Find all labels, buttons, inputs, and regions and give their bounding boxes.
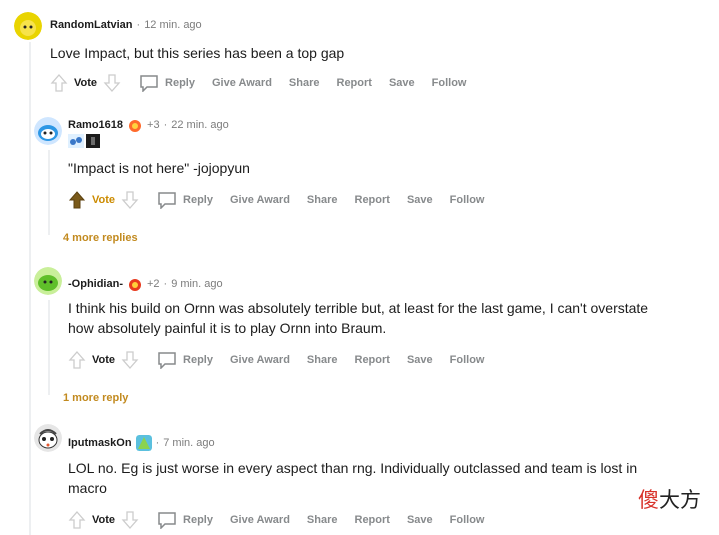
share-button[interactable]: Share bbox=[307, 194, 338, 206]
author-name[interactable]: Ramo1618 bbox=[68, 119, 123, 131]
downvote-icon[interactable] bbox=[121, 350, 139, 370]
separator: · bbox=[155, 437, 160, 449]
save-button[interactable]: Save bbox=[389, 77, 415, 89]
timestamp[interactable]: 7 min. ago bbox=[163, 437, 214, 449]
timestamp[interactable]: 9 min. ago bbox=[171, 278, 222, 290]
comment-icon bbox=[158, 352, 176, 369]
reply-button[interactable]: Reply bbox=[157, 351, 213, 369]
share-button[interactable]: Share bbox=[307, 514, 338, 526]
comment-meta: IputmaskOn · 7 min. ago bbox=[68, 435, 215, 451]
comment-actions: Vote Reply Give Award Share Report Save … bbox=[68, 510, 501, 530]
upvote-icon[interactable] bbox=[50, 73, 68, 93]
separator: · bbox=[163, 278, 168, 290]
share-button[interactable]: Share bbox=[307, 354, 338, 366]
reply-label: Reply bbox=[183, 194, 213, 206]
author-name[interactable]: -Ophidian- bbox=[68, 278, 123, 290]
upvote-icon[interactable] bbox=[68, 350, 86, 370]
timestamp[interactable]: 12 min. ago bbox=[144, 19, 201, 31]
comment-body: "Impact is not here" -jojopyun bbox=[68, 160, 250, 176]
flair-emoji-icon bbox=[86, 134, 100, 148]
watermark-char: 傻 bbox=[638, 488, 659, 512]
avatar[interactable] bbox=[34, 424, 62, 452]
comment-icon bbox=[140, 75, 158, 92]
comment-body: I think his build on Ornn was absolutely… bbox=[68, 298, 648, 338]
vote-label: Vote bbox=[92, 194, 116, 206]
upvote-icon[interactable] bbox=[68, 510, 86, 530]
reply-button[interactable]: Reply bbox=[157, 511, 213, 529]
vote-label: Vote bbox=[92, 514, 116, 526]
flair-emoji-icon bbox=[135, 435, 152, 451]
comment-body-line: macro bbox=[68, 480, 107, 496]
thread-line[interactable] bbox=[48, 150, 50, 235]
author-name[interactable]: RandomLatvian bbox=[50, 19, 133, 31]
comment-actions: Vote Reply Give Award Share Report Save … bbox=[50, 73, 483, 93]
comment-icon bbox=[158, 512, 176, 529]
vote-label: Vote bbox=[74, 77, 98, 89]
comment-actions: Vote Reply Give Award Share Report Save … bbox=[68, 190, 501, 210]
avatar[interactable] bbox=[14, 12, 42, 40]
follow-button[interactable]: Follow bbox=[450, 514, 485, 526]
reply-label: Reply bbox=[183, 514, 213, 526]
comment-body-line: how absolutely painful it is to play Orn… bbox=[68, 320, 387, 336]
watermark-text: 大方 bbox=[659, 488, 701, 512]
comment-meta: RandomLatvian · 12 min. ago bbox=[50, 19, 202, 31]
report-button[interactable]: Report bbox=[337, 77, 372, 89]
downvote-icon[interactable] bbox=[121, 190, 139, 210]
give-award-button[interactable]: Give Award bbox=[230, 354, 290, 366]
comment-actions: Vote Reply Give Award Share Report Save … bbox=[68, 350, 501, 370]
watermark: 傻大方 bbox=[638, 484, 701, 514]
downvote-icon[interactable] bbox=[121, 510, 139, 530]
award-icon[interactable] bbox=[127, 117, 143, 133]
give-award-button[interactable]: Give Award bbox=[230, 514, 290, 526]
comment-body-line: I think his build on Ornn was absolutely… bbox=[68, 300, 649, 316]
thread-line[interactable] bbox=[48, 300, 50, 395]
vote-group: Vote bbox=[68, 350, 139, 370]
save-button[interactable]: Save bbox=[407, 514, 433, 526]
comment-meta: Ramo1618 +3 · 22 min. ago bbox=[68, 117, 229, 133]
separator: · bbox=[136, 19, 141, 31]
author-name[interactable]: IputmaskOn bbox=[68, 437, 132, 449]
reply-label: Reply bbox=[165, 77, 195, 89]
reply-button[interactable]: Reply bbox=[157, 191, 213, 209]
avatar[interactable] bbox=[34, 267, 62, 295]
follow-button[interactable]: Follow bbox=[432, 77, 467, 89]
more-replies-link[interactable]: 1 more reply bbox=[63, 392, 128, 404]
follow-button[interactable]: Follow bbox=[450, 194, 485, 206]
award-count: +2 bbox=[147, 278, 160, 290]
thread-line[interactable] bbox=[29, 42, 31, 535]
follow-button[interactable]: Follow bbox=[450, 354, 485, 366]
vote-group: Vote bbox=[68, 190, 139, 210]
user-flair bbox=[68, 134, 100, 148]
comment-body: Love Impact, but this series has been a … bbox=[50, 45, 345, 61]
downvote-icon[interactable] bbox=[103, 73, 121, 93]
comment-body-line: LOL no. Eg is just worse in every aspect… bbox=[68, 460, 638, 476]
reply-button[interactable]: Reply bbox=[139, 74, 195, 92]
award-icon[interactable] bbox=[127, 276, 143, 292]
timestamp[interactable]: 22 min. ago bbox=[171, 119, 228, 131]
comment-icon bbox=[158, 192, 176, 209]
report-button[interactable]: Report bbox=[355, 514, 390, 526]
vote-group: Vote bbox=[50, 73, 121, 93]
save-button[interactable]: Save bbox=[407, 194, 433, 206]
report-button[interactable]: Report bbox=[355, 354, 390, 366]
vote-label: Vote bbox=[92, 354, 116, 366]
reply-label: Reply bbox=[183, 354, 213, 366]
vote-group: Vote bbox=[68, 510, 139, 530]
give-award-button[interactable]: Give Award bbox=[230, 194, 290, 206]
more-replies-link[interactable]: 4 more replies bbox=[63, 232, 138, 244]
give-award-button[interactable]: Give Award bbox=[212, 77, 272, 89]
upvote-icon[interactable] bbox=[68, 190, 86, 210]
comment-meta: -Ophidian- +2 · 9 min. ago bbox=[68, 276, 223, 292]
flair-emoji-icon bbox=[68, 134, 84, 148]
separator: · bbox=[163, 119, 168, 131]
award-count: +3 bbox=[147, 119, 160, 131]
report-button[interactable]: Report bbox=[355, 194, 390, 206]
comment-body: LOL no. Eg is just worse in every aspect… bbox=[68, 458, 637, 498]
share-button[interactable]: Share bbox=[289, 77, 320, 89]
avatar[interactable] bbox=[34, 117, 62, 145]
save-button[interactable]: Save bbox=[407, 354, 433, 366]
